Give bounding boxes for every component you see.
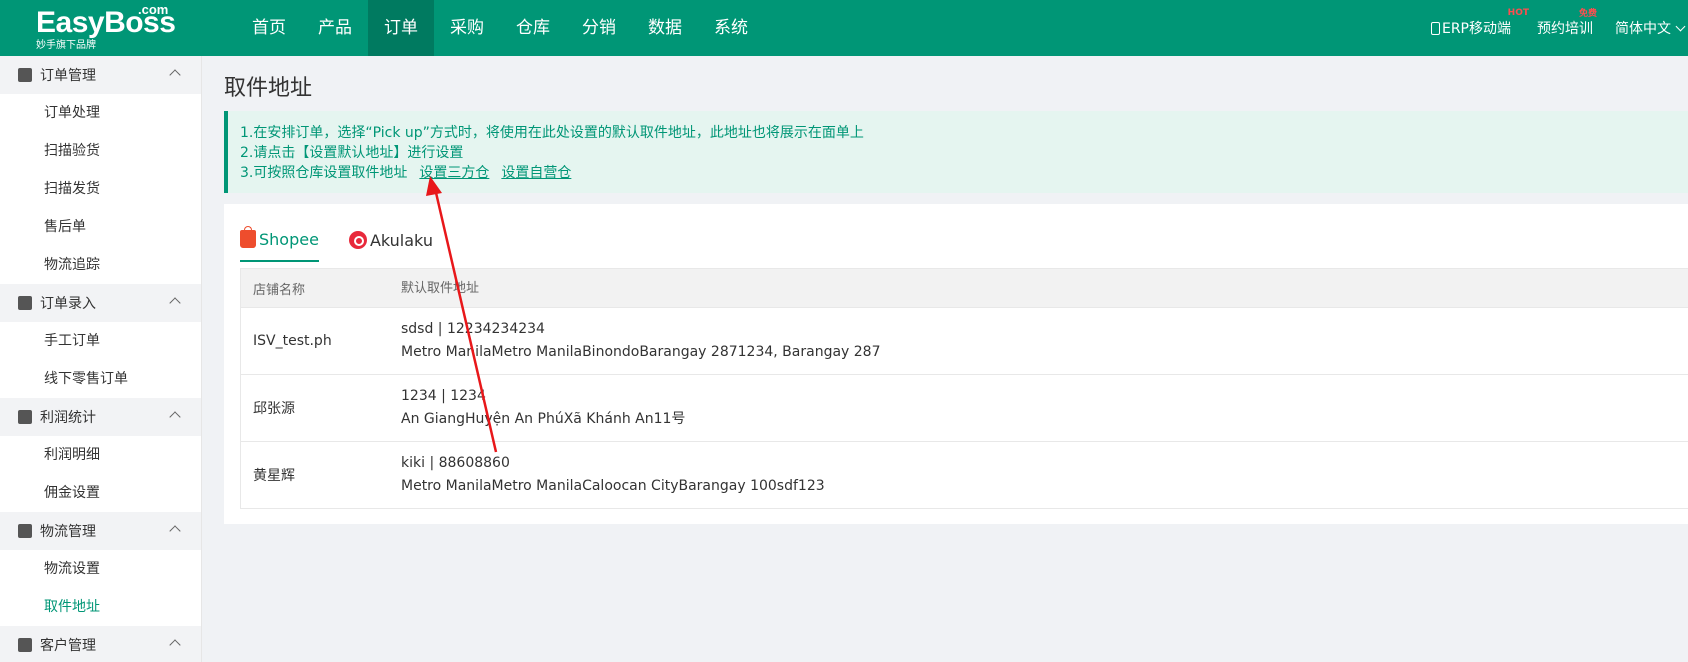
logo-tagline: 妙手旗下品牌 (36, 40, 96, 51)
notice-box: 1.在安排订单，选择“Pick up”方式时，将使用在此处设置的默认取件地址，此… (224, 111, 1688, 193)
address-detail: An GiangHuyện An PhúXã Khánh An11号 (401, 411, 686, 427)
sidebar-group-label: 订单录入 (40, 296, 96, 312)
sidebar-group-label: 利润统计 (40, 410, 96, 426)
pickup-address: 1234 | 1234 An GiangHuyện An PhúXã Khánh… (401, 385, 1688, 431)
nav-distribution[interactable]: 分销 (566, 0, 632, 56)
pickup-address-card: Shopee Akulaku 店铺名称 默认取件地址 ISV_test.ph s… (224, 204, 1688, 524)
sidebar-item-offline-retail-order[interactable]: 线下零售订单 (0, 360, 201, 398)
shop-name: 黄星辉 (253, 468, 295, 484)
table-row[interactable]: 邱张源 1234 | 1234 An GiangHuyện An PhúXã K… (241, 374, 1688, 441)
notice-line-3: 3.可按照仓库设置取件地址 设置三方仓 设置自营仓 (240, 163, 1688, 183)
training-link[interactable]: 预约培训 免费 (1537, 9, 1597, 38)
sidebar-item-commission-settings[interactable]: 佣金设置 (0, 474, 201, 512)
language-label: 简体中文 (1615, 21, 1671, 37)
akulaku-icon (348, 231, 367, 249)
erp-mobile-label: ERP移动端 (1441, 21, 1511, 37)
sidebar-item-order-processing[interactable]: 订单处理 (0, 94, 201, 132)
sidebar-group-order-management[interactable]: 订单管理 (0, 56, 201, 94)
truck-icon (18, 524, 32, 538)
sidebar-item-manual-order[interactable]: 手工订单 (0, 322, 201, 360)
pickup-address: kiki | 88608860 Metro ManilaMetro Manila… (401, 452, 1688, 498)
profit-icon (18, 410, 32, 424)
nav-orders[interactable]: 订单 (368, 0, 434, 56)
sidebar-group-customers[interactable]: 客户管理 (0, 626, 201, 662)
sidebar-group-label: 订单管理 (40, 68, 96, 84)
customer-icon (18, 638, 32, 652)
sidebar-item-scan-ship[interactable]: 扫描发货 (0, 170, 201, 208)
sidebar-item-pickup-address[interactable]: 取件地址 (0, 588, 201, 626)
chevron-up-icon (169, 639, 181, 651)
tab-label: Akulaku (369, 230, 433, 250)
order-icon (18, 68, 32, 82)
sidebar-item-logistics-settings[interactable]: 物流设置 (0, 550, 201, 588)
training-label: 预约培训 (1537, 21, 1593, 37)
sidebar-group-label: 物流管理 (40, 524, 96, 540)
shop-name: 邱张源 (253, 401, 295, 417)
shopee-icon (240, 226, 256, 248)
nav-data[interactable]: 数据 (632, 0, 698, 56)
table-header: 店铺名称 默认取件地址 (241, 269, 1688, 307)
address-detail: Metro ManilaMetro ManilaBinondoBarangay … (401, 344, 881, 360)
sidebar-item-after-sales[interactable]: 售后单 (0, 208, 201, 246)
easyboss-logo[interactable]: EasyBoss .com 妙手旗下品牌 (36, 2, 186, 52)
order-entry-icon (18, 296, 32, 310)
chevron-down-icon (1675, 21, 1686, 31)
address-detail: Metro ManilaMetro ManilaCaloocan CityBar… (401, 478, 825, 494)
notice-line-1: 1.在安排订单，选择“Pick up”方式时，将使用在此处设置的默认取件地址，此… (240, 125, 864, 141)
column-header-shop: 店铺名称 (253, 282, 306, 298)
tab-shopee[interactable]: Shopee (240, 222, 319, 262)
phone-icon (1430, 21, 1440, 35)
main-nav: 首页 产品 订单 采购 仓库 分销 数据 系统 (236, 0, 764, 56)
erp-mobile-link[interactable]: ERP移动端 HOT (1430, 8, 1529, 38)
topbar-right: ERP移动端 HOT 预约培训 免费 简体中文 (1409, 0, 1688, 56)
tab-label: Shopee (259, 229, 319, 249)
tab-akulaku[interactable]: Akulaku (348, 222, 433, 262)
notice-line-3-text: 3.可按照仓库设置取件地址 (240, 165, 408, 181)
language-selector[interactable]: 简体中文 (1615, 18, 1686, 38)
nav-products[interactable]: 产品 (302, 0, 368, 56)
nav-system[interactable]: 系统 (698, 0, 764, 56)
chevron-up-icon (169, 297, 181, 309)
address-contact: kiki | 88608860 (401, 455, 510, 471)
pickup-address: sdsd | 12234234234 Metro ManilaMetro Man… (401, 318, 1688, 364)
free-badge: 免费 (1578, 9, 1597, 19)
chevron-up-icon (169, 411, 181, 423)
page-title: 取件地址 (224, 76, 313, 101)
nav-warehouse[interactable]: 仓库 (500, 0, 566, 56)
platform-tabs: Shopee Akulaku (240, 222, 463, 262)
chevron-up-icon (169, 525, 181, 537)
set-third-party-warehouse-link[interactable]: 设置三方仓 (419, 165, 489, 181)
logo-com: .com (138, 2, 169, 17)
sidebar: 订单管理 订单处理 扫描验货 扫描发货 售后单 物流追踪 订单录入 手工订单 线… (0, 56, 202, 662)
sidebar-item-logistics-tracking[interactable]: 物流追踪 (0, 246, 201, 284)
pickup-address-table: 店铺名称 默认取件地址 ISV_test.ph sdsd | 122342342… (240, 268, 1688, 509)
column-header-address: 默认取件地址 (401, 280, 480, 296)
sidebar-item-profit-details[interactable]: 利润明细 (0, 436, 201, 474)
shop-name: ISV_test.ph (253, 333, 332, 349)
address-contact: 1234 | 1234 (401, 388, 486, 404)
address-contact: sdsd | 12234234234 (401, 321, 545, 337)
table-row[interactable]: 黄星辉 kiki | 88608860 Metro ManilaMetro Ma… (241, 441, 1688, 508)
nav-purchasing[interactable]: 采购 (434, 0, 500, 56)
set-own-warehouse-link[interactable]: 设置自营仓 (501, 165, 571, 181)
sidebar-group-profit-stats[interactable]: 利润统计 (0, 398, 201, 436)
table-row[interactable]: ISV_test.ph sdsd | 12234234234 Metro Man… (241, 307, 1688, 374)
hot-badge: HOT (1507, 8, 1529, 18)
nav-home[interactable]: 首页 (236, 0, 302, 56)
sidebar-group-logistics[interactable]: 物流管理 (0, 512, 201, 550)
top-navbar: EasyBoss .com 妙手旗下品牌 首页 产品 订单 采购 仓库 分销 数… (0, 0, 1688, 56)
sidebar-group-order-entry[interactable]: 订单录入 (0, 284, 201, 322)
chevron-up-icon (169, 69, 181, 81)
sidebar-group-label: 客户管理 (40, 638, 96, 654)
notice-line-2: 2.请点击【设置默认地址】进行设置 (240, 145, 464, 161)
sidebar-item-scan-inspect[interactable]: 扫描验货 (0, 132, 201, 170)
